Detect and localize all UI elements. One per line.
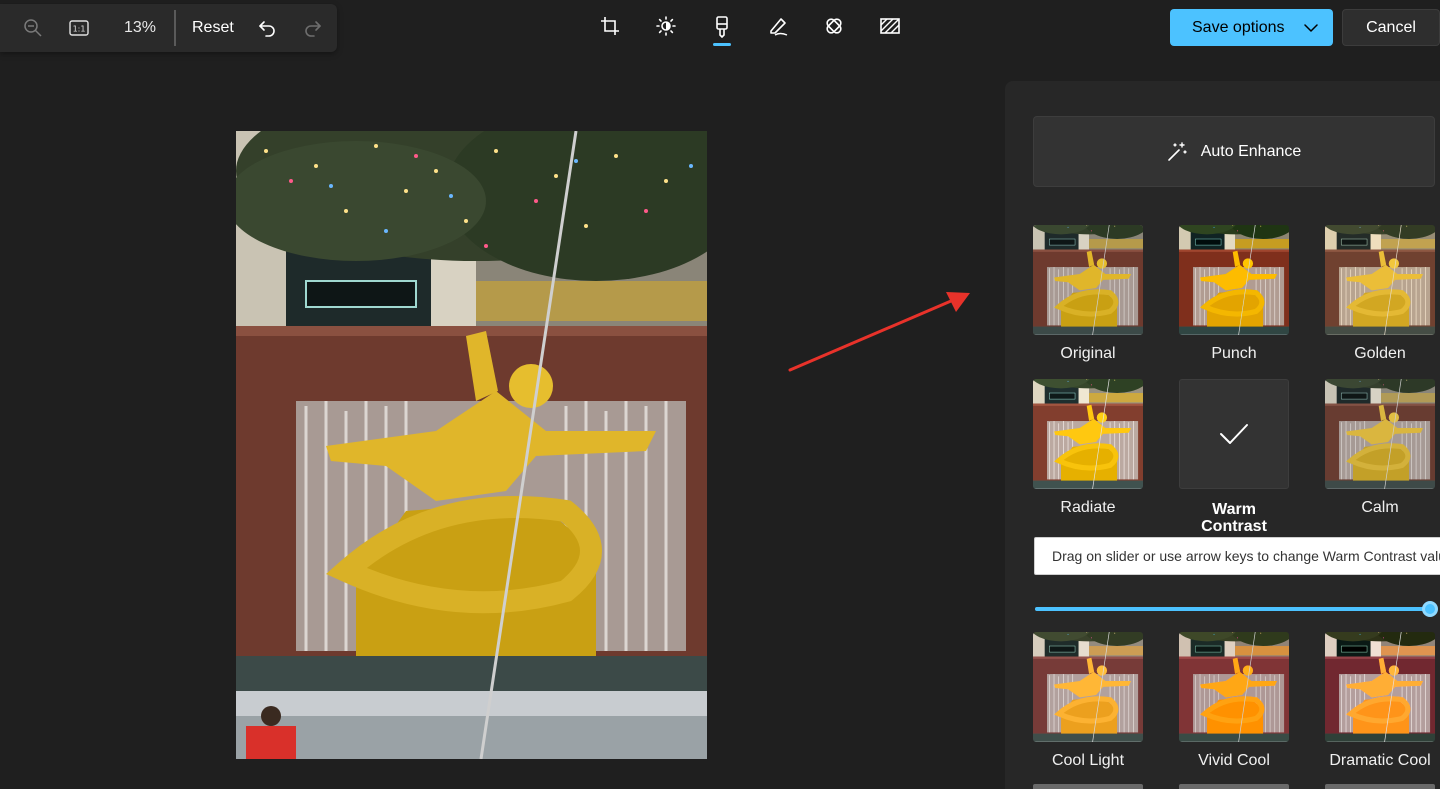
filter-icon (716, 16, 728, 38)
filter-thumbnail-partial[interactable] (1325, 784, 1435, 789)
filter-punch[interactable]: Punch (1179, 225, 1289, 362)
filter-thumbnail (1325, 225, 1435, 335)
filter-vivid-cool[interactable]: Vivid Cool (1179, 632, 1289, 769)
tab-filter[interactable] (694, 8, 750, 52)
chevron-down-icon[interactable] (1289, 9, 1333, 46)
filter-label-line1: Warm (1212, 501, 1256, 518)
filter-label: Radiate (1060, 499, 1116, 516)
filter-calm[interactable]: Calm (1325, 379, 1435, 516)
filter-original[interactable]: Original (1033, 225, 1143, 362)
filter-cool-light[interactable]: Cool Light (1033, 632, 1143, 769)
tab-indicator (825, 41, 843, 44)
slider-thumb[interactable] (1422, 601, 1438, 617)
filter-label: Punch (1211, 345, 1257, 362)
filter-thumbnail-selected (1179, 379, 1289, 489)
reset-button[interactable]: Reset (182, 19, 244, 37)
annotation-arrow (788, 292, 970, 372)
save-options-label: Save options (1192, 18, 1285, 36)
slider-fill (1035, 607, 1430, 611)
tab-background[interactable] (862, 8, 918, 52)
auto-enhance-label: Auto Enhance (1200, 142, 1302, 160)
actual-size-icon[interactable]: 1:1 (56, 8, 102, 48)
filter-thumbnail-partial[interactable] (1179, 784, 1289, 789)
adjustment-icon (656, 16, 676, 36)
tab-retouch[interactable] (806, 8, 862, 52)
tab-adjustment[interactable] (638, 8, 694, 52)
photos-editor: 1:1 13% Reset Save options Cancel Auto E… (0, 0, 1440, 789)
save-options-button[interactable]: Save options (1170, 9, 1333, 46)
redo-icon[interactable] (290, 8, 336, 48)
filter-dramatic-cool[interactable]: Dramatic Cool (1325, 632, 1435, 769)
tab-indicator (601, 41, 619, 44)
zoom-toolbar: 1:1 13% Reset (0, 4, 337, 52)
tab-indicator (769, 41, 787, 44)
tab-indicator (657, 41, 675, 44)
photo-canvas[interactable] (236, 131, 707, 759)
filter-label: Calm (1361, 499, 1399, 516)
filter-label-line2: Contrast (1201, 518, 1267, 535)
filter-thumbnail (1033, 632, 1143, 742)
edit-tools (582, 8, 918, 52)
tab-indicator (881, 41, 899, 44)
zoom-out-icon[interactable] (10, 8, 56, 48)
filter-label: Original (1060, 345, 1116, 362)
filter-thumbnail (1325, 632, 1435, 742)
filter-radiate[interactable]: Radiate (1033, 379, 1143, 516)
tab-markup[interactable] (750, 8, 806, 52)
magic-wand-icon (1167, 141, 1187, 161)
filter-label: Vivid Cool (1198, 752, 1270, 769)
filter-thumbnail (1033, 225, 1143, 335)
retouch-icon (826, 18, 842, 34)
warm-contrast-slider[interactable] (1035, 601, 1438, 617)
tab-indicator (713, 43, 731, 46)
filter-warm-contrast[interactable]: Warm Contrast (1179, 379, 1289, 535)
filter-label: Warm Contrast (1201, 501, 1267, 535)
filter-thumbnail (1179, 632, 1289, 742)
filter-thumbnail-partial[interactable] (1033, 784, 1143, 789)
filter-label: Dramatic Cool (1329, 752, 1431, 769)
zoom-level[interactable]: 13% (112, 19, 168, 37)
background-icon (880, 18, 900, 34)
filter-thumbnail (1325, 379, 1435, 489)
checkmark-icon (1220, 424, 1248, 444)
filter-label: Cool Light (1051, 752, 1125, 769)
cancel-button[interactable]: Cancel (1342, 9, 1440, 46)
crop-icon (601, 17, 619, 35)
filter-label: Golden (1354, 345, 1406, 362)
tab-crop[interactable] (582, 8, 638, 52)
markup-icon (770, 18, 788, 36)
toolbar-divider (174, 10, 176, 46)
svg-text:1:1: 1:1 (73, 25, 86, 34)
auto-enhance-button[interactable]: Auto Enhance (1033, 116, 1435, 187)
filter-panel: Auto Enhance Original Punch Golden Radia… (1005, 81, 1440, 789)
filter-thumbnail (1179, 225, 1289, 335)
filter-thumbnail (1033, 379, 1143, 489)
undo-icon[interactable] (244, 8, 290, 48)
filter-golden[interactable]: Golden (1325, 225, 1435, 362)
slider-tooltip: Drag on slider or use arrow keys to chan… (1034, 537, 1440, 575)
